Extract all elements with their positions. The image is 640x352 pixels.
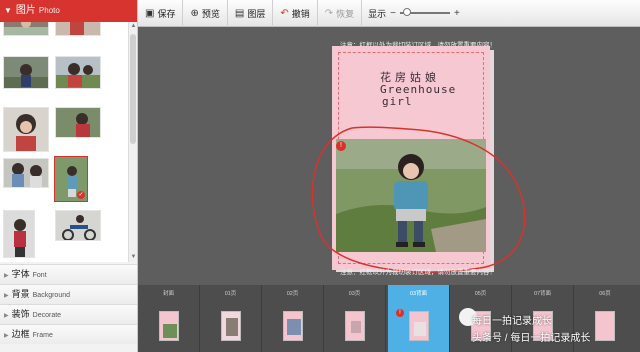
category-font[interactable]: ▶ 字体 Font (0, 264, 137, 284)
warning-icon: ! (396, 309, 404, 317)
watermark: 每日一拍记录成长 头条号 / 每日一拍记录成长 (472, 316, 591, 344)
layers-button[interactable]: ▤ 图层 (228, 0, 274, 27)
save-button[interactable]: ▣ 保存 (138, 0, 184, 27)
photo-thumbnail[interactable] (55, 56, 101, 89)
crop-warning-bottom: 注意：红框以外为裁切装订区域，请勿放置重要内容！ (340, 269, 496, 276)
main-toolbar: ▣ 保存 ⊕ 预览 ▤ 图层 ↶ 撤销 ↷ 恢复 显示 − + (138, 0, 640, 27)
page-thumbnail (158, 311, 179, 341)
collapse-triangle-icon: ▶ (4, 293, 9, 299)
collapse-triangle-icon: ▶ (4, 273, 9, 279)
photo-thumbnail[interactable] (3, 22, 49, 36)
page-slot-cover[interactable]: 封面 (138, 285, 200, 352)
photo-panel-header[interactable]: ▼ 图片 Photo (0, 0, 137, 22)
layers-icon: ▤ (234, 7, 245, 19)
category-background[interactable]: ▶ 背景 Background (0, 284, 137, 304)
photo-thumbnail[interactable] (55, 22, 101, 36)
photo-panel-label-en: Photo (38, 6, 60, 15)
checkmark-icon: ✓ (77, 191, 85, 199)
preview-button[interactable]: ⊕ 预览 (183, 0, 228, 27)
page-thumbnail (220, 311, 241, 341)
scroll-up-arrow-icon[interactable]: ▲ (129, 22, 138, 31)
page-slot-02[interactable]: 02页 (262, 285, 324, 352)
photo-book-editor: ▼ 图片 Photo ✓ ▲ ▼ ▶ 字体 Font ▶ 背景 Backgrou… (0, 0, 640, 352)
photo-thumbnail[interactable] (3, 56, 49, 89)
page-thumbnail (282, 311, 303, 341)
warning-icon[interactable]: ! (336, 141, 346, 151)
category-list: ▶ 字体 Font ▶ 背景 Background ▶ 装饰 Decorate ▶ 边框 Fra… (0, 264, 137, 344)
magnifier-icon: ⊕ (190, 7, 199, 19)
page-thumbnail (595, 311, 615, 341)
redo-arrow-icon: ↷ (324, 7, 334, 19)
redo-button[interactable]: ↷ 恢复 (318, 0, 363, 27)
collapse-triangle-icon: ▶ (4, 333, 9, 339)
thumbnail-scrollbar[interactable]: ▲ ▼ (128, 22, 137, 262)
cover-title-text[interactable]: 花房姑娘 Greenhouse girl (380, 72, 456, 108)
zoom-in-button[interactable]: + (454, 8, 460, 19)
save-icon: ▣ (145, 7, 155, 19)
page-slot-03-back[interactable]: 03背面! (388, 285, 450, 352)
zoom-slider-knob[interactable] (403, 8, 412, 16)
photo-thumbnail[interactable] (3, 158, 49, 188)
page-thumbnail (408, 311, 429, 341)
undo-arrow-icon: ↶ (280, 7, 289, 19)
zoom-slider[interactable] (400, 8, 451, 16)
photo-panel-label: 图片 (15, 5, 36, 16)
photo-thumbnail-grid: ✓ (0, 22, 128, 262)
photo-thumbnail[interactable] (3, 107, 49, 152)
expand-triangle-icon: ▼ (4, 6, 12, 15)
zoom-out-button[interactable]: − (390, 8, 396, 19)
photo-thumbnail[interactable] (55, 210, 101, 241)
scrollbar-thumb[interactable] (130, 34, 136, 144)
category-decorate[interactable]: ▶ 装饰 Decorate (0, 304, 137, 324)
page-thumbnail (344, 311, 365, 341)
photo-thumbnail[interactable] (3, 210, 35, 258)
zoom-control: 显示 − + (362, 7, 464, 20)
display-label: 显示 (368, 8, 387, 19)
page-slot-03[interactable]: 03页 (324, 285, 386, 352)
category-frame[interactable]: ▶ 边框 Frame (0, 324, 137, 344)
photo-thumbnail-selected[interactable]: ✓ (54, 156, 88, 202)
collapse-triangle-icon: ▶ (4, 313, 9, 319)
photo-thumbnail[interactable] (55, 107, 101, 138)
undo-button[interactable]: ↶ 撤销 (273, 0, 318, 27)
page-slot-01[interactable]: 01页 (200, 285, 262, 352)
scroll-down-arrow-icon[interactable]: ▼ (129, 253, 138, 262)
left-panel: ▼ 图片 Photo ✓ ▲ ▼ ▶ 字体 Font ▶ 背景 Backgrou… (0, 0, 138, 352)
